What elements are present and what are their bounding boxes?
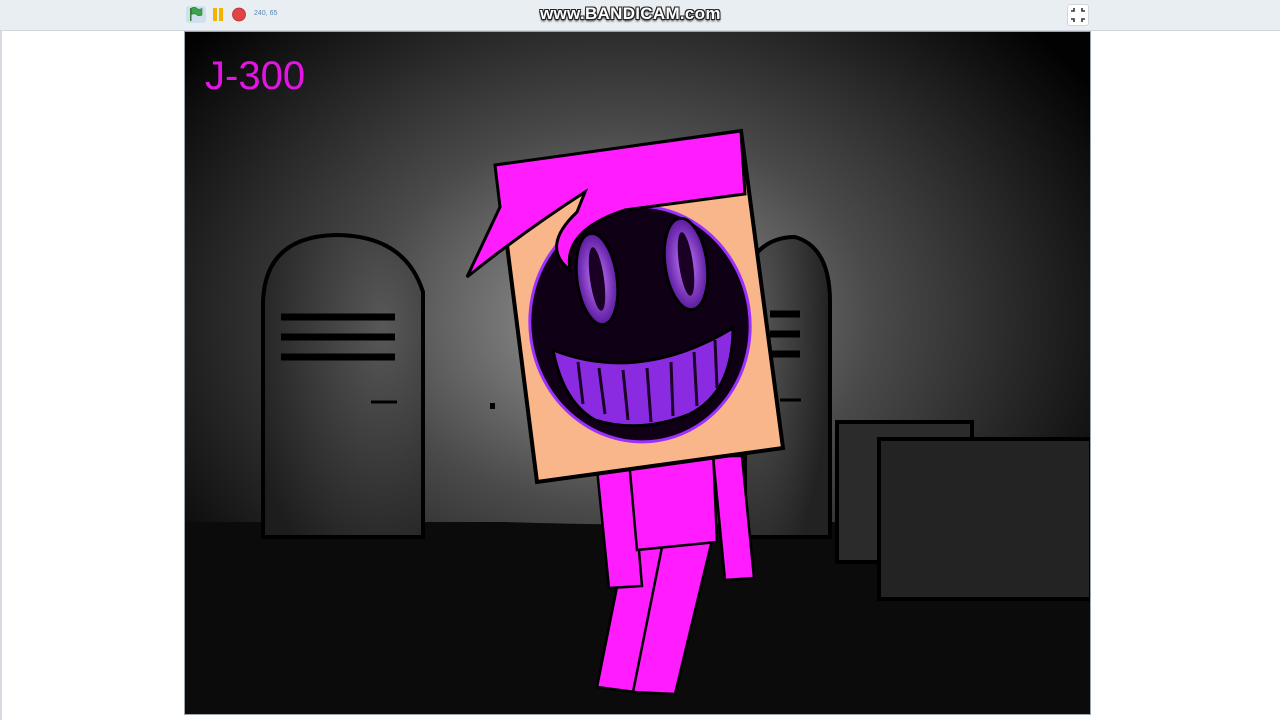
- stop-button[interactable]: [231, 6, 247, 23]
- pause-button[interactable]: [211, 6, 225, 23]
- stage-scene: [185, 32, 1090, 714]
- stop-icon: [232, 7, 246, 22]
- tombstone-left: [261, 232, 425, 539]
- fullscreen-exit-button[interactable]: [1067, 4, 1089, 26]
- mouse-coordinates: 240, 65: [254, 10, 278, 17]
- player-toolbar: 240, 65 www.BANDICAM.com: [0, 0, 1280, 31]
- green-flag-button[interactable]: [186, 6, 206, 23]
- pause-icon: [213, 8, 223, 21]
- crate-front: [877, 437, 1090, 601]
- fullscreen-exit-icon: [1071, 8, 1085, 22]
- green-flag-icon: [190, 7, 203, 21]
- game-stage[interactable]: J-300: [184, 31, 1091, 715]
- recorder-watermark: www.BANDICAM.com: [540, 4, 721, 23]
- score-label: J-300: [205, 54, 306, 98]
- page-left-border: [0, 30, 2, 720]
